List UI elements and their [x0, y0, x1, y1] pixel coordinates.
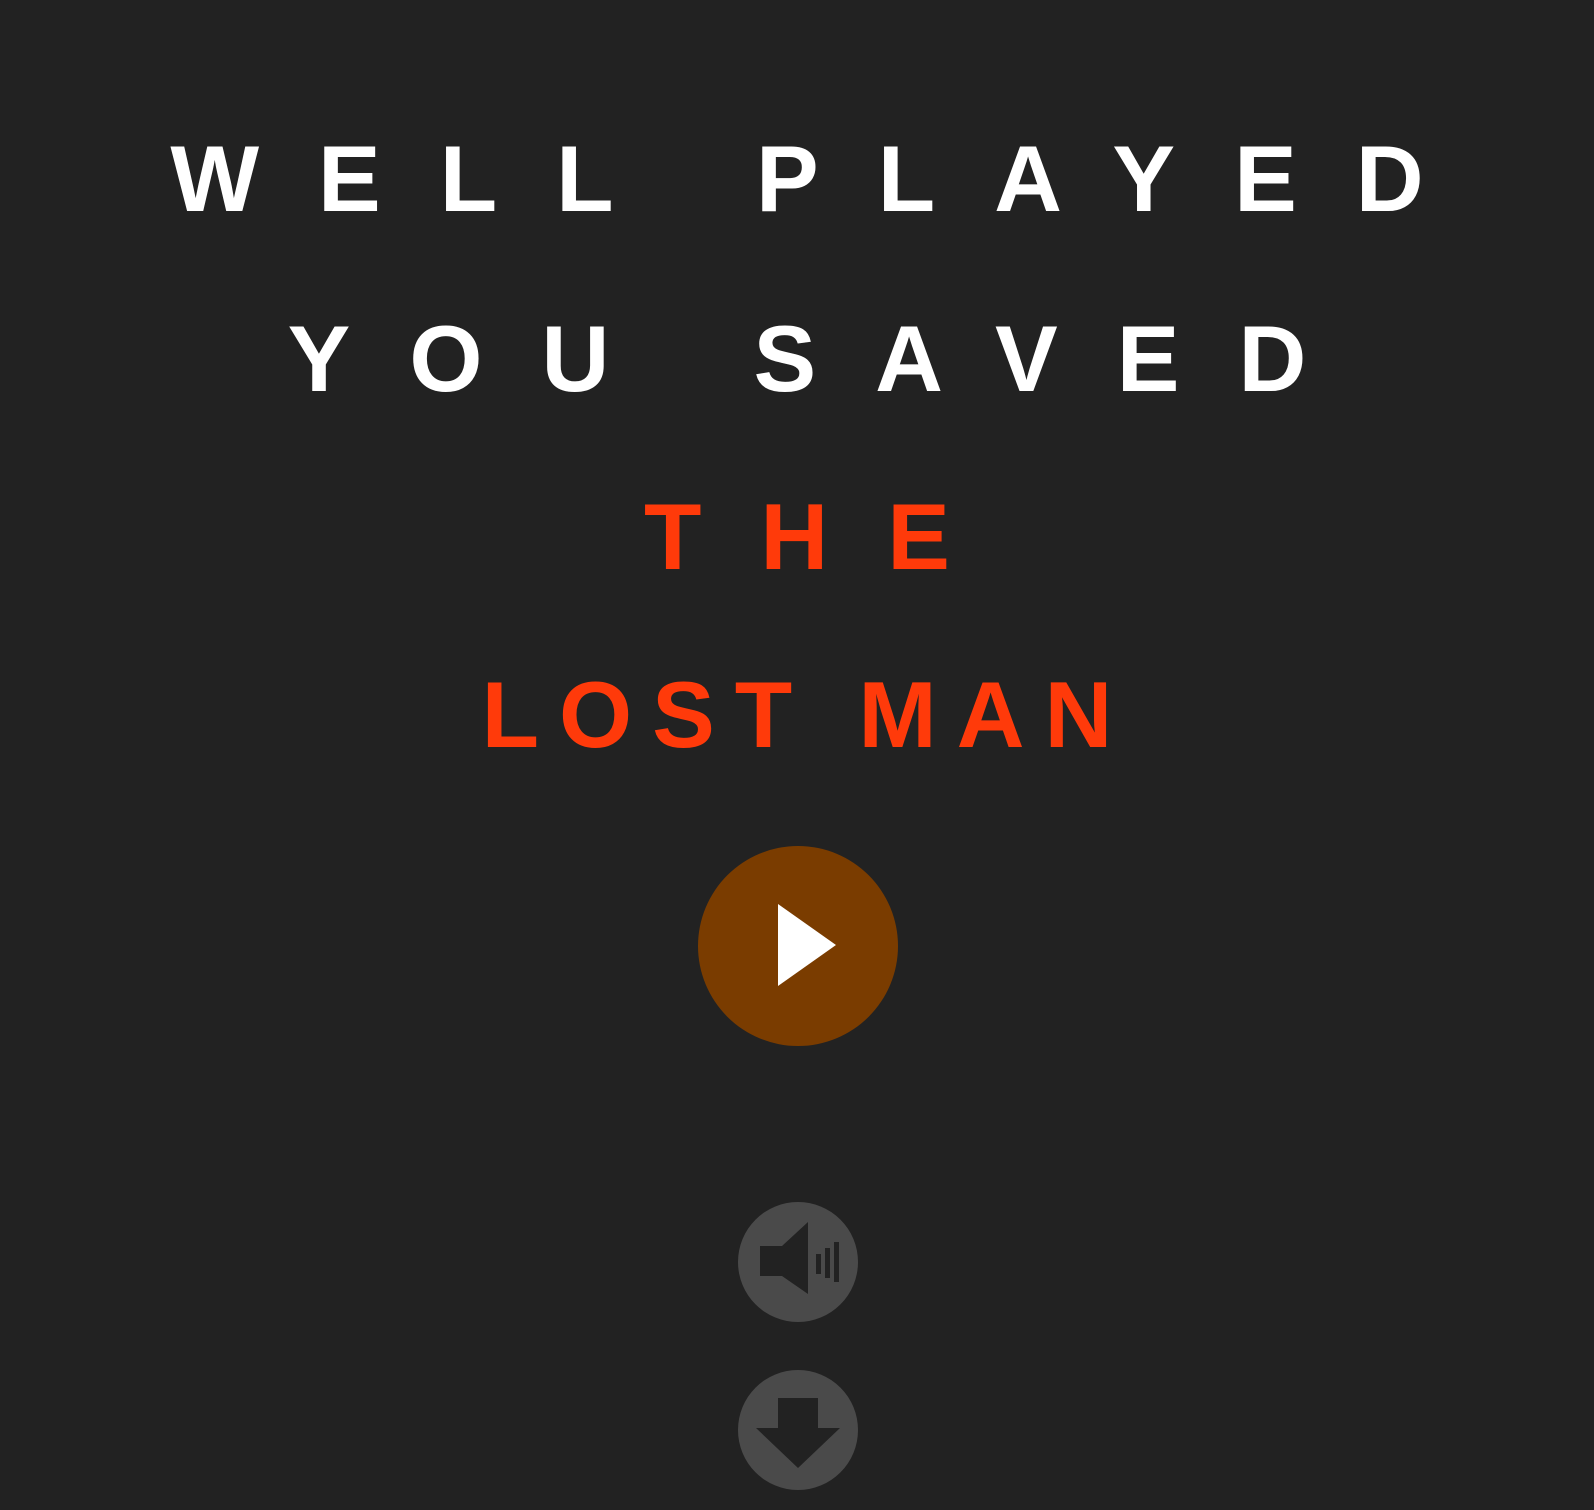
play-icon — [778, 904, 836, 986]
headline-the: THE — [644, 484, 1009, 589]
arrow-down-icon — [756, 1398, 840, 1468]
headline-you-saved: YOU SAVED — [287, 306, 1366, 411]
download-button[interactable] — [738, 1370, 858, 1490]
speaker-icon — [760, 1222, 839, 1294]
game-end-screen: WELL PLAYED YOU SAVED THE LOST MAN — [0, 0, 1594, 1510]
headline-lost-man: LOST MAN — [481, 662, 1133, 767]
play-button[interactable] — [698, 846, 898, 1046]
headline-well-played: WELL PLAYED — [170, 126, 1483, 231]
sound-toggle-button[interactable] — [738, 1202, 858, 1322]
